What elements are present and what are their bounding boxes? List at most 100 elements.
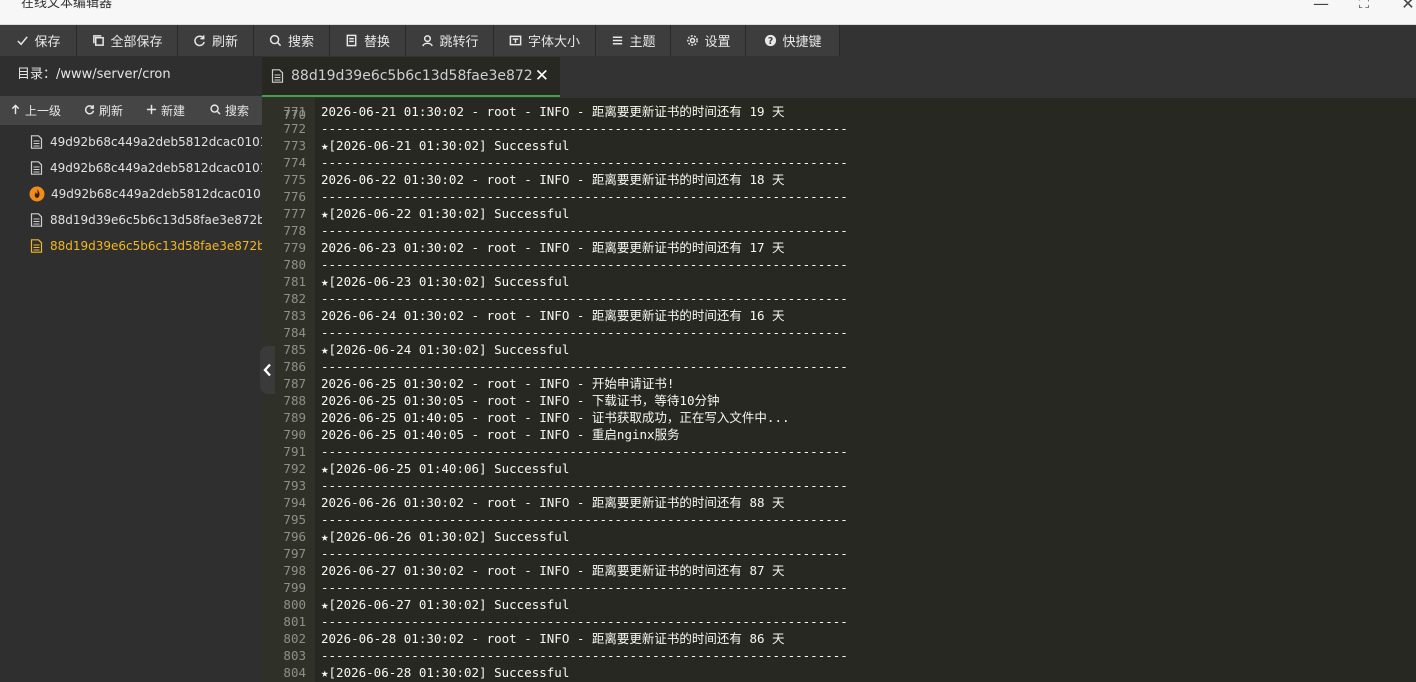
line-number: 788 [283,393,306,408]
sidebar-toolbar: 上一级 刷新 新建 搜索 [0,96,262,125]
check-icon [15,34,29,48]
shortcuts-label: 快捷键 [782,35,822,50]
search-label: 搜索 [287,35,314,50]
help-icon: ? [763,34,777,48]
line-number: 799 [283,580,306,595]
theme-button[interactable]: 主题 [596,25,671,56]
editor-tab[interactable]: 88d19d39e6c5b6c13d58fae3e872 ✕ [262,57,560,97]
save-all-button[interactable]: 全部保存 [77,25,178,56]
maximize-button[interactable]: ⛶ [1352,0,1376,12]
editor-line: 782 -------------------------------------… [262,290,1416,307]
file-item[interactable]: 49d92b68c449a2deb5812dcac01012 [0,155,262,181]
editor-line: 776 -------------------------------------… [262,188,1416,205]
line-number: 794 [283,495,306,510]
font-size-label: 字体大小 [527,35,580,50]
editor-line: 794 2026-06-26 01:30:02 - root - INFO - 距… [262,494,1416,511]
editor-line: 798 2026-06-27 01:30:02 - root - INFO - 距… [262,562,1416,579]
new-file-button[interactable]: 新建 [146,96,210,125]
file-item-active[interactable]: 88d19d39e6c5b6c13d58fae3e872bd [0,233,262,259]
line-number: 791 [283,444,306,459]
editor-line: 803 -------------------------------------… [262,647,1416,664]
file-icon [30,161,43,175]
line-number: 789 [283,410,306,425]
new-file-label: 新建 [161,104,186,118]
editor-line: 790 2026-06-25 01:40:05 - root - INFO - 重… [262,426,1416,443]
editor-line: 795 -------------------------------------… [262,511,1416,528]
font-size-button[interactable]: 字体大小 [494,25,596,56]
line-number: 803 [283,648,306,663]
fire-icon [29,186,45,202]
file-item[interactable]: 49d92b68c449a2deb5812dcac01012 [0,129,262,155]
menu-icon [610,34,624,48]
code-editor[interactable]: 770 771 2026-06-21 01:30:02 - root - INFO… [262,98,1416,682]
line-text: ----------------------------------------… [321,512,848,527]
editor-line: 783 2026-06-24 01:30:02 - root - INFO - 距… [262,307,1416,324]
line-number: 771 [283,104,306,119]
toolbar-filler [840,25,1416,56]
replace-button[interactable]: 替换 [330,25,406,56]
chevron-left-icon [263,363,271,377]
editor-line: 788 2026-06-25 01:30:05 - root - INFO - 下… [262,392,1416,409]
editor-line: 786 -------------------------------------… [262,358,1416,375]
sidebar-collapse-button[interactable] [260,346,275,394]
file-item[interactable]: 49d92b68c449a2deb5812dcac01012 [0,181,262,207]
search-button[interactable]: 搜索 [254,25,330,56]
replace-icon [345,34,359,48]
editor-line: 779 2026-06-23 01:30:02 - root - INFO - 距… [262,239,1416,256]
replace-label: 替换 [363,35,390,50]
editor-line: 791 -------------------------------------… [262,443,1416,460]
editor-line: 799 -------------------------------------… [262,579,1416,596]
line-number: 795 [283,512,306,527]
file-name: 49d92b68c449a2deb5812dcac01012 [51,187,262,201]
font-size-icon [509,34,523,48]
theme-label: 主题 [629,35,656,50]
editor-line: 792 ★[2026-06-25 01:40:06] Successful [262,460,1416,477]
svg-text:?: ? [768,36,773,47]
shortcuts-button[interactable]: ? 快捷键 [746,25,840,56]
main-toolbar: 保存 全部保存 刷新 搜索 替换 跳转行 字体大小 主题 设置 ? 快捷键 [0,25,1416,56]
line-text: 2026-06-25 01:30:05 - root - INFO - 下载证书… [321,393,720,408]
line-number: 792 [283,461,306,476]
current-directory: 目录：/www/server/cron [17,67,171,82]
editor-line: 797 -------------------------------------… [262,545,1416,562]
line-text: ----------------------------------------… [321,291,848,306]
file-name: 49d92b68c449a2deb5812dcac01012 [50,161,262,175]
line-text: 2026-06-22 01:30:02 - root - INFO - 距离要更… [321,172,785,187]
editor-line: 800 ★[2026-06-27 01:30:02] Successful [262,596,1416,613]
gear-icon [685,34,699,48]
line-number: 796 [283,529,306,544]
line-text: 2026-06-26 01:30:02 - root - INFO - 距离要更… [321,495,785,510]
editor-line: 780 -------------------------------------… [262,256,1416,273]
editor-line: 771 2026-06-21 01:30:02 - root - INFO - 距… [262,103,1416,120]
editor-line: 796 ★[2026-06-26 01:30:02] Successful [262,528,1416,545]
line-number: 779 [283,240,306,255]
refresh-button[interactable]: 刷新 [178,25,254,56]
jump-line-button[interactable]: 跳转行 [406,25,494,56]
line-text: ★[2026-06-21 01:30:02] Successful [321,138,570,153]
line-number: 784 [283,325,306,340]
settings-label: 设置 [704,35,731,50]
line-text: ----------------------------------------… [321,546,848,561]
close-window-button[interactable]: ✕ [1396,0,1416,13]
save-button[interactable]: 保存 [0,25,77,56]
sidebar-refresh-button[interactable]: 刷新 [84,96,146,125]
line-number: 780 [283,257,306,272]
line-text: ----------------------------------------… [321,257,848,272]
line-number: 782 [283,291,306,306]
refresh-icon [84,104,95,118]
parent-dir-button[interactable]: 上一级 [10,96,82,125]
line-text: ----------------------------------------… [321,359,848,374]
line-text: ----------------------------------------… [321,444,848,459]
sidebar-search-button[interactable]: 搜索 [210,96,260,125]
file-icon [30,135,43,149]
copy-icon [91,34,105,48]
line-text: 2026-06-25 01:40:05 - root - INFO - 证书获取… [321,410,790,425]
file-item[interactable]: 88d19d39e6c5b6c13d58fae3e872bd [0,207,262,233]
minimize-button[interactable]: — [1309,0,1333,13]
tab-close-icon[interactable]: ✕ [535,66,549,86]
line-text: 2026-06-24 01:30:02 - root - INFO - 距离要更… [321,308,785,323]
settings-button[interactable]: 设置 [671,25,746,56]
file-name: 49d92b68c449a2deb5812dcac01012 [50,135,262,149]
line-text: 2026-06-28 01:30:02 - root - INFO - 距离要更… [321,631,785,646]
line-number: 801 [283,614,306,629]
